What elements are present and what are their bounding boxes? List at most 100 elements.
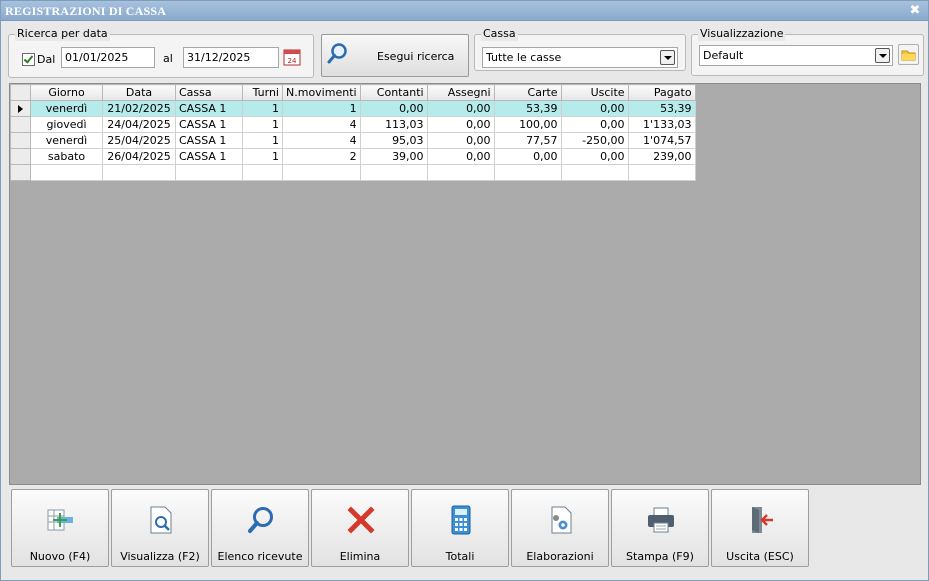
cell-cassa[interactable]: CASSA 1 xyxy=(175,116,243,133)
cell-pagato[interactable]: 239,00 xyxy=(627,148,696,165)
column-header-turni[interactable]: Turni xyxy=(242,84,283,101)
column-header-pagato[interactable]: Pagato xyxy=(627,84,696,101)
cell-giorno[interactable]: venerdì xyxy=(30,132,103,149)
cell-assegni[interactable]: 0,00 xyxy=(426,132,495,149)
folder-icon[interactable] xyxy=(898,44,919,65)
view-select[interactable]: Default xyxy=(699,45,893,66)
empty-cell[interactable] xyxy=(102,164,176,181)
row-indicator[interactable] xyxy=(10,132,31,149)
cell-n-movimenti[interactable]: 4 xyxy=(282,116,361,133)
cell-uscite[interactable]: 0,00 xyxy=(560,148,629,165)
empty-cell[interactable] xyxy=(282,164,361,181)
cell-contanti[interactable]: 95,03 xyxy=(359,132,428,149)
calendar-icon[interactable]: 24 xyxy=(283,48,301,66)
close-icon[interactable]: ✖ xyxy=(908,1,922,21)
cell-contanti[interactable]: 39,00 xyxy=(359,148,428,165)
cell-pagato[interactable]: 1'074,57 xyxy=(627,132,696,149)
search-button[interactable]: Esegui ricerca xyxy=(321,34,469,77)
cell-uscite[interactable]: -250,00 xyxy=(560,132,629,149)
processing-button[interactable]: Elaborazioni xyxy=(511,489,609,567)
print-button[interactable]: Stampa (F9) xyxy=(611,489,709,567)
cell-data[interactable]: 24/04/2025 xyxy=(102,116,176,133)
empty-cell[interactable] xyxy=(426,164,495,181)
cell-giorno[interactable]: venerdì xyxy=(30,100,103,117)
cell-carte[interactable]: 53,39 xyxy=(493,100,562,117)
row-indicator[interactable] xyxy=(10,100,31,117)
cell-uscite[interactable]: 0,00 xyxy=(560,116,629,133)
totals-button[interactable]: Totali xyxy=(411,489,509,567)
cell-n-movimenti[interactable]: 2 xyxy=(282,148,361,165)
cassa-select[interactable]: Tutte le casse xyxy=(482,47,678,68)
cell-pagato[interactable]: 1'133,03 xyxy=(627,116,696,133)
cell-carte[interactable]: 0,00 xyxy=(493,148,562,165)
exit-button[interactable]: Uscita (ESC) xyxy=(711,489,809,567)
table-row[interactable]: giovedì 24/04/2025 CASSA 1 1 4 113,03 0,… xyxy=(10,116,696,133)
table-row[interactable]: venerdì 21/02/2025 CASSA 1 1 1 0,00 0,00… xyxy=(10,100,696,117)
cell-data[interactable]: 21/02/2025 xyxy=(102,100,176,117)
cell-assegni[interactable]: 0,00 xyxy=(426,100,495,117)
cell-giorno[interactable]: sabato xyxy=(30,148,103,165)
cell-assegni[interactable]: 0,00 xyxy=(426,148,495,165)
title-bar: REGISTRAZIONI DI CASSA xyxy=(1,1,928,21)
column-header-giorno[interactable]: Giorno xyxy=(30,84,103,101)
row-indicator[interactable] xyxy=(10,164,31,181)
cell-cassa[interactable]: CASSA 1 xyxy=(175,132,243,149)
column-header-assegni[interactable]: Assegni xyxy=(426,84,495,101)
cell-uscite[interactable]: 0,00 xyxy=(560,100,629,117)
cell-contanti[interactable]: 113,03 xyxy=(359,116,428,133)
delete-x-icon xyxy=(345,504,377,536)
row-indicator-header xyxy=(10,84,31,101)
cell-contanti[interactable]: 0,00 xyxy=(359,100,428,117)
cell-carte[interactable]: 100,00 xyxy=(493,116,562,133)
cell-data[interactable]: 25/04/2025 xyxy=(102,132,176,149)
column-header-n-movimenti[interactable]: N.movimenti xyxy=(282,84,361,101)
chevron-down-icon[interactable] xyxy=(660,50,675,65)
empty-cell[interactable] xyxy=(242,164,283,181)
empty-cell[interactable] xyxy=(30,164,103,181)
empty-cell[interactable] xyxy=(175,164,243,181)
column-header-uscite[interactable]: Uscite xyxy=(560,84,629,101)
column-header-data[interactable]: Data xyxy=(102,84,176,101)
new-button[interactable]: Nuovo (F4) xyxy=(11,489,109,567)
row-indicator[interactable] xyxy=(10,148,31,165)
cassa-legend: Cassa xyxy=(481,27,518,41)
column-header-carte[interactable]: Carte xyxy=(493,84,562,101)
cell-carte[interactable]: 77,57 xyxy=(493,132,562,149)
to-date-input[interactable]: 31/12/2025 xyxy=(183,47,279,68)
cell-turni[interactable]: 1 xyxy=(242,148,283,165)
search-icon xyxy=(326,42,350,66)
empty-cell[interactable] xyxy=(560,164,629,181)
empty-cell[interactable] xyxy=(493,164,562,181)
empty-cell[interactable] xyxy=(627,164,696,181)
print-button-label: Stampa (F9) xyxy=(626,550,694,563)
delete-button[interactable]: Elimina xyxy=(311,489,409,567)
column-header-cassa[interactable]: Cassa xyxy=(175,84,243,101)
cell-data[interactable]: 26/04/2025 xyxy=(102,148,176,165)
date-search-group: Ricerca per data Dal 01/01/2025 al 31/12… xyxy=(8,27,314,78)
new-row-placeholder[interactable] xyxy=(10,164,696,181)
receipts-list-button[interactable]: Elenco ricevute xyxy=(211,489,309,567)
document-gear-icon xyxy=(545,504,577,536)
date-filter-checkbox[interactable] xyxy=(22,53,35,66)
delete-button-label: Elimina xyxy=(339,550,381,563)
cell-cassa[interactable]: CASSA 1 xyxy=(175,100,243,117)
empty-cell[interactable] xyxy=(359,164,428,181)
cell-pagato[interactable]: 53,39 xyxy=(627,100,696,117)
cell-n-movimenti[interactable]: 4 xyxy=(282,132,361,149)
cell-assegni[interactable]: 0,00 xyxy=(426,116,495,133)
chevron-down-icon[interactable] xyxy=(875,48,890,63)
row-indicator[interactable] xyxy=(10,116,31,133)
cell-turni[interactable]: 1 xyxy=(242,132,283,149)
table-row[interactable]: sabato 26/04/2025 CASSA 1 1 2 39,00 0,00… xyxy=(10,148,696,165)
table-row[interactable]: venerdì 25/04/2025 CASSA 1 1 4 95,03 0,0… xyxy=(10,132,696,149)
column-header-contanti[interactable]: Contanti xyxy=(359,84,428,101)
view-button[interactable]: Visualizza (F2) xyxy=(111,489,209,567)
cell-turni[interactable]: 1 xyxy=(242,100,283,117)
cell-turni[interactable]: 1 xyxy=(242,116,283,133)
results-grid-area: Giorno Data Cassa Turni N.movimenti Cont… xyxy=(9,83,921,485)
cell-cassa[interactable]: CASSA 1 xyxy=(175,148,243,165)
cell-giorno[interactable]: giovedì xyxy=(30,116,103,133)
cell-n-movimenti[interactable]: 1 xyxy=(282,100,361,117)
from-label: Dal xyxy=(37,53,56,66)
from-date-input[interactable]: 01/01/2025 xyxy=(61,47,155,68)
